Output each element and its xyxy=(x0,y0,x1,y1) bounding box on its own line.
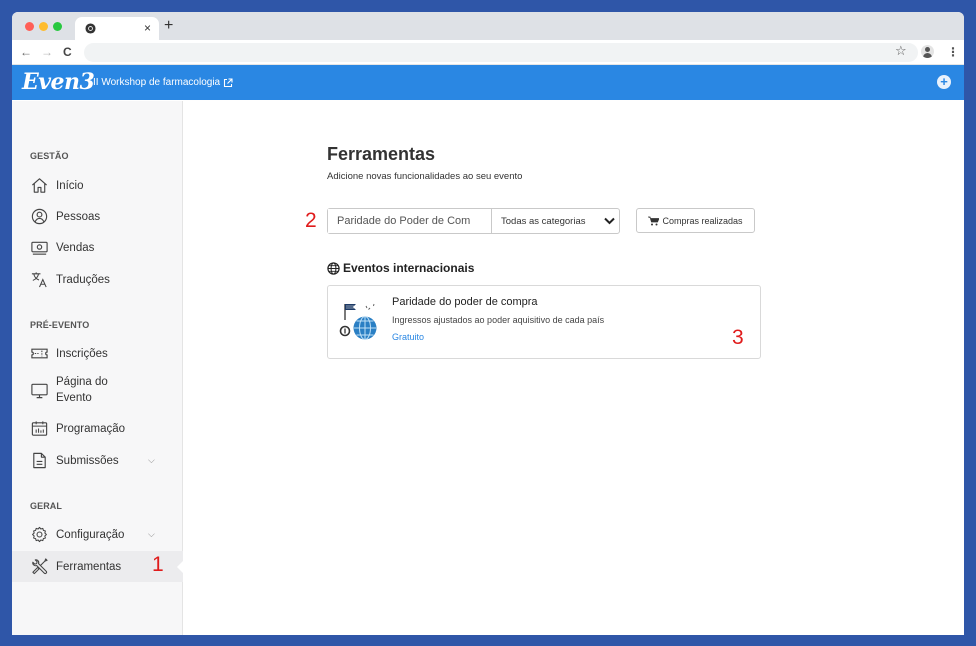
user-circle-icon xyxy=(31,208,48,225)
money-icon xyxy=(31,241,48,255)
translate-icon xyxy=(31,272,47,288)
chrome-icon xyxy=(85,23,96,34)
tab-strip: × + xyxy=(12,12,964,40)
sidebar-item-submissoes[interactable]: Submissões ⌵ xyxy=(30,451,183,470)
chevron-down-icon[interactable]: ⌵ xyxy=(148,455,155,466)
sidebar-item-label: Página do xyxy=(56,376,108,388)
active-indicator xyxy=(177,559,184,574)
monitor-icon xyxy=(31,383,48,398)
browser-menu-icon[interactable]: ⋮ xyxy=(947,44,959,60)
category-select-value: Todas as categorias xyxy=(501,215,586,227)
tab-close-icon[interactable]: × xyxy=(144,20,151,36)
address-bar-row: ← → C ☆ ⋮ xyxy=(12,40,964,65)
sidebar-item-vendas[interactable]: Vendas xyxy=(30,238,183,257)
sidebar-item-traducoes[interactable]: Traduções xyxy=(30,270,183,289)
chevron-down-icon[interactable]: ⌵ xyxy=(148,529,155,540)
sidebar-item-label: Ferramentas xyxy=(56,560,122,573)
tool-card[interactable]: Paridade do poder de compra Ingressos aj… xyxy=(327,285,761,359)
sidebar-item-label: Submissões xyxy=(56,454,119,467)
annotation-2: 2 xyxy=(305,209,317,232)
browser-window: × + ← → C ☆ ⋮ Even3 II Workshop de farma… xyxy=(12,12,964,635)
sidebar-item-label-group: Página do Evento xyxy=(56,374,108,406)
maximize-window-button[interactable] xyxy=(53,22,62,31)
gear-icon xyxy=(32,526,47,543)
annotation-1: 1 xyxy=(152,553,164,576)
back-button[interactable]: ← xyxy=(20,44,32,60)
category-heading-text: Eventos internacionais xyxy=(343,261,475,275)
purchasing-power-illustration xyxy=(339,303,377,340)
tool-filter-group: Todas as categorias xyxy=(327,208,620,234)
main-panel: Ferramentas Adicione novas funcionalidad… xyxy=(184,101,964,635)
chevron-down-icon xyxy=(604,217,615,225)
tool-price: Gratuito xyxy=(392,332,425,342)
external-link-icon xyxy=(224,78,233,88)
category-select[interactable]: Todas as categorias xyxy=(492,209,619,233)
even3-logo[interactable]: Even3 xyxy=(22,68,95,96)
app-header: Even3 II Workshop de farmacologia + xyxy=(12,65,964,100)
sidebar-item-label: Configuração xyxy=(56,528,125,541)
forward-button[interactable]: → xyxy=(41,44,53,60)
section-title-pre-evento: PRÉ-EVENTO xyxy=(30,320,90,330)
sidebar-item-pagina-evento[interactable]: Página do Evento xyxy=(30,374,183,406)
sidebar: GESTÃO Início Pessoas Vendas Traduções P… xyxy=(12,101,184,635)
purchases-button-label: Compras realizadas xyxy=(662,215,743,226)
shopping-cart-icon xyxy=(648,216,660,225)
profile-avatar-icon[interactable] xyxy=(921,45,934,58)
tool-name: Paridade do poder de compra xyxy=(392,296,538,308)
home-icon xyxy=(32,178,47,193)
ticket-icon xyxy=(31,348,48,359)
sidebar-item-configuracao[interactable]: Configuração ⌵ xyxy=(30,525,183,544)
annotation-3: 3 xyxy=(732,326,744,349)
browser-tab[interactable]: × xyxy=(75,17,159,40)
sidebar-item-label: Início xyxy=(56,179,84,192)
tool-description: Ingressos ajustados ao poder aquisitivo … xyxy=(392,315,605,325)
document-icon xyxy=(33,452,46,469)
event-title-link[interactable]: II Workshop de farmacologia xyxy=(93,76,233,90)
add-circle-button[interactable]: + xyxy=(937,75,951,89)
event-title-text: II Workshop de farmacologia xyxy=(93,77,221,88)
reload-button[interactable]: C xyxy=(63,44,72,60)
category-heading: Eventos internacionais xyxy=(327,261,474,275)
sidebar-item-label: Vendas xyxy=(56,241,95,254)
sidebar-item-programacao[interactable]: Programação xyxy=(30,419,183,438)
sidebar-item-label: Inscrições xyxy=(56,347,108,360)
tool-search-input[interactable] xyxy=(328,209,492,233)
section-title-gestao: GESTÃO xyxy=(30,151,69,161)
tools-icon xyxy=(32,558,48,575)
address-bar[interactable] xyxy=(84,43,918,62)
sidebar-item-label: Programação xyxy=(56,422,126,435)
minimize-window-button[interactable] xyxy=(39,22,48,31)
sidebar-item-label: Pessoas xyxy=(56,210,101,223)
app-body: GESTÃO Início Pessoas Vendas Traduções P… xyxy=(12,101,964,635)
purchases-button[interactable]: Compras realizadas xyxy=(636,208,755,233)
close-window-button[interactable] xyxy=(25,22,34,31)
sidebar-item-label-line2: Evento xyxy=(56,392,92,404)
page-title: Ferramentas xyxy=(327,144,436,164)
sidebar-item-inscricoes[interactable]: Inscrições xyxy=(30,344,183,363)
sidebar-item-pessoas[interactable]: Pessoas xyxy=(30,207,183,226)
sidebar-item-label: Traduções xyxy=(56,273,110,286)
page-subtitle: Adicione novas funcionalidades ao seu ev… xyxy=(327,171,523,182)
sidebar-item-inicio[interactable]: Início xyxy=(30,176,183,195)
bookmark-star-icon[interactable]: ☆ xyxy=(895,43,907,59)
globe-icon xyxy=(327,261,340,275)
section-title-geral: GERAL xyxy=(30,501,62,511)
calendar-icon xyxy=(31,421,48,436)
new-tab-button[interactable]: + xyxy=(164,16,173,36)
